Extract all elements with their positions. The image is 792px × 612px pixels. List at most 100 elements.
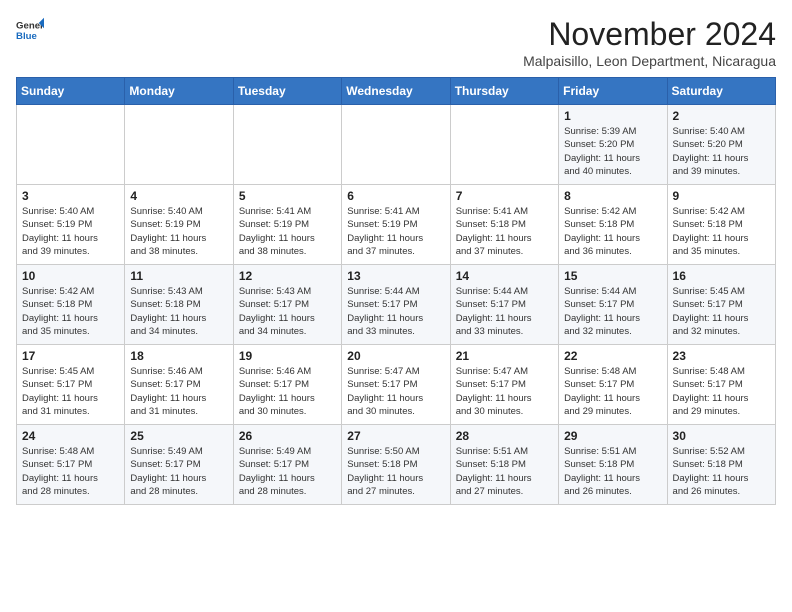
weekday-header-monday: Monday [125,78,233,105]
day-info: Sunrise: 5:42 AM Sunset: 5:18 PM Dayligh… [673,205,770,258]
day-number: 25 [130,429,227,443]
day-number: 7 [456,189,553,203]
day-info: Sunrise: 5:48 AM Sunset: 5:17 PM Dayligh… [673,365,770,418]
day-number: 30 [673,429,770,443]
calendar-cell: 9 Sunrise: 5:42 AM Sunset: 5:18 PM Daylig… [667,185,775,265]
day-number: 15 [564,269,661,283]
calendar-cell [450,105,558,185]
calendar-cell: 5 Sunrise: 5:41 AM Sunset: 5:19 PM Daylig… [233,185,341,265]
day-number: 8 [564,189,661,203]
svg-text:General: General [16,20,44,31]
day-info: Sunrise: 5:46 AM Sunset: 5:17 PM Dayligh… [130,365,227,418]
day-number: 1 [564,109,661,123]
day-info: Sunrise: 5:51 AM Sunset: 5:18 PM Dayligh… [564,445,661,498]
calendar-cell: 25 Sunrise: 5:49 AM Sunset: 5:17 PM Dayli… [125,425,233,505]
day-number: 29 [564,429,661,443]
calendar-cell: 6Sunrise: 5:41 AM Sunset: 5:19 PM Daylig… [342,185,450,265]
day-number: 3 [22,189,119,203]
calendar-cell: 20Sunrise: 5:47 AM Sunset: 5:17 PM Dayli… [342,345,450,425]
day-number: 27 [347,429,444,443]
day-number: 9 [673,189,770,203]
calendar-cell: 3 Sunrise: 5:40 AM Sunset: 5:19 PM Daylig… [17,185,125,265]
calendar-cell: 30 Sunrise: 5:52 AM Sunset: 5:18 PM Dayli… [667,425,775,505]
weekday-header-friday: Friday [559,78,667,105]
day-info: Sunrise: 5:42 AM Sunset: 5:18 PM Dayligh… [22,285,119,338]
calendar-cell: 7 Sunrise: 5:41 AM Sunset: 5:18 PM Daylig… [450,185,558,265]
day-number: 20 [347,349,444,363]
day-info: Sunrise: 5:52 AM Sunset: 5:18 PM Dayligh… [673,445,770,498]
location: Malpaisillo, Leon Department, Nicaragua [523,53,776,69]
day-info: Sunrise: 5:44 AM Sunset: 5:17 PM Dayligh… [564,285,661,338]
day-number: 4 [130,189,227,203]
day-info: Sunrise: 5:45 AM Sunset: 5:17 PM Dayligh… [22,365,119,418]
calendar-cell: 24 Sunrise: 5:48 AM Sunset: 5:17 PM Dayli… [17,425,125,505]
day-number: 13 [347,269,444,283]
page-header: General Blue November 2024 Malpaisillo, … [16,16,776,69]
calendar-cell: 16 Sunrise: 5:45 AM Sunset: 5:17 PM Dayli… [667,265,775,345]
day-info: Sunrise: 5:47 AM Sunset: 5:17 PM Dayligh… [456,365,553,418]
day-number: 22 [564,349,661,363]
calendar-cell: 26Sunrise: 5:49 AM Sunset: 5:17 PM Dayli… [233,425,341,505]
calendar-week-3: 10 Sunrise: 5:42 AM Sunset: 5:18 PM Dayli… [17,265,776,345]
day-number: 5 [239,189,336,203]
calendar-cell [17,105,125,185]
day-info: Sunrise: 5:40 AM Sunset: 5:19 PM Dayligh… [130,205,227,258]
calendar-header: SundayMondayTuesdayWednesdayThursdayFrid… [17,78,776,105]
calendar-cell: 2 Sunrise: 5:40 AM Sunset: 5:20 PM Daylig… [667,105,775,185]
day-number: 23 [673,349,770,363]
day-info: Sunrise: 5:41 AM Sunset: 5:19 PM Dayligh… [347,205,444,258]
weekday-header-saturday: Saturday [667,78,775,105]
calendar-cell: 1 Sunrise: 5:39 AM Sunset: 5:20 PM Daylig… [559,105,667,185]
day-number: 2 [673,109,770,123]
day-number: 16 [673,269,770,283]
day-info: Sunrise: 5:46 AM Sunset: 5:17 PM Dayligh… [239,365,336,418]
weekday-header-sunday: Sunday [17,78,125,105]
weekday-header-tuesday: Tuesday [233,78,341,105]
day-number: 28 [456,429,553,443]
day-number: 24 [22,429,119,443]
day-info: Sunrise: 5:49 AM Sunset: 5:17 PM Dayligh… [130,445,227,498]
day-info: Sunrise: 5:45 AM Sunset: 5:17 PM Dayligh… [673,285,770,338]
day-info: Sunrise: 5:48 AM Sunset: 5:17 PM Dayligh… [564,365,661,418]
day-info: Sunrise: 5:44 AM Sunset: 5:17 PM Dayligh… [347,285,444,338]
day-number: 10 [22,269,119,283]
day-info: Sunrise: 5:51 AM Sunset: 5:18 PM Dayligh… [456,445,553,498]
calendar-week-1: 1 Sunrise: 5:39 AM Sunset: 5:20 PM Daylig… [17,105,776,185]
day-number: 19 [239,349,336,363]
calendar-cell: 21 Sunrise: 5:47 AM Sunset: 5:17 PM Dayli… [450,345,558,425]
calendar-cell: 13 Sunrise: 5:44 AM Sunset: 5:17 PM Dayli… [342,265,450,345]
day-info: Sunrise: 5:43 AM Sunset: 5:18 PM Dayligh… [130,285,227,338]
calendar-cell [125,105,233,185]
calendar-cell: 18Sunrise: 5:46 AM Sunset: 5:17 PM Dayli… [125,345,233,425]
day-info: Sunrise: 5:41 AM Sunset: 5:19 PM Dayligh… [239,205,336,258]
day-number: 21 [456,349,553,363]
day-info: Sunrise: 5:41 AM Sunset: 5:18 PM Dayligh… [456,205,553,258]
day-number: 11 [130,269,227,283]
calendar-week-5: 24 Sunrise: 5:48 AM Sunset: 5:17 PM Dayli… [17,425,776,505]
calendar-cell: 4 Sunrise: 5:40 AM Sunset: 5:19 PM Daylig… [125,185,233,265]
calendar-cell: 29 Sunrise: 5:51 AM Sunset: 5:18 PM Dayli… [559,425,667,505]
day-info: Sunrise: 5:50 AM Sunset: 5:18 PM Dayligh… [347,445,444,498]
title-block: November 2024 Malpaisillo, Leon Departme… [523,16,776,69]
day-info: Sunrise: 5:48 AM Sunset: 5:17 PM Dayligh… [22,445,119,498]
calendar-cell: 27 Sunrise: 5:50 AM Sunset: 5:18 PM Dayli… [342,425,450,505]
calendar-cell: 22 Sunrise: 5:48 AM Sunset: 5:17 PM Dayli… [559,345,667,425]
calendar-cell: 17Sunrise: 5:45 AM Sunset: 5:17 PM Dayli… [17,345,125,425]
day-info: Sunrise: 5:39 AM Sunset: 5:20 PM Dayligh… [564,125,661,178]
calendar-cell: 12Sunrise: 5:43 AM Sunset: 5:17 PM Dayli… [233,265,341,345]
weekday-header-thursday: Thursday [450,78,558,105]
calendar-week-4: 17Sunrise: 5:45 AM Sunset: 5:17 PM Dayli… [17,345,776,425]
calendar-table: SundayMondayTuesdayWednesdayThursdayFrid… [16,77,776,505]
day-info: Sunrise: 5:42 AM Sunset: 5:18 PM Dayligh… [564,205,661,258]
day-info: Sunrise: 5:40 AM Sunset: 5:20 PM Dayligh… [673,125,770,178]
day-number: 14 [456,269,553,283]
calendar-cell: 10 Sunrise: 5:42 AM Sunset: 5:18 PM Dayli… [17,265,125,345]
calendar-week-2: 3 Sunrise: 5:40 AM Sunset: 5:19 PM Daylig… [17,185,776,265]
day-number: 12 [239,269,336,283]
weekday-header-wednesday: Wednesday [342,78,450,105]
calendar-cell: 14Sunrise: 5:44 AM Sunset: 5:17 PM Dayli… [450,265,558,345]
calendar-cell [233,105,341,185]
calendar-cell: 11 Sunrise: 5:43 AM Sunset: 5:18 PM Dayli… [125,265,233,345]
logo: General Blue [16,16,44,44]
day-info: Sunrise: 5:40 AM Sunset: 5:19 PM Dayligh… [22,205,119,258]
